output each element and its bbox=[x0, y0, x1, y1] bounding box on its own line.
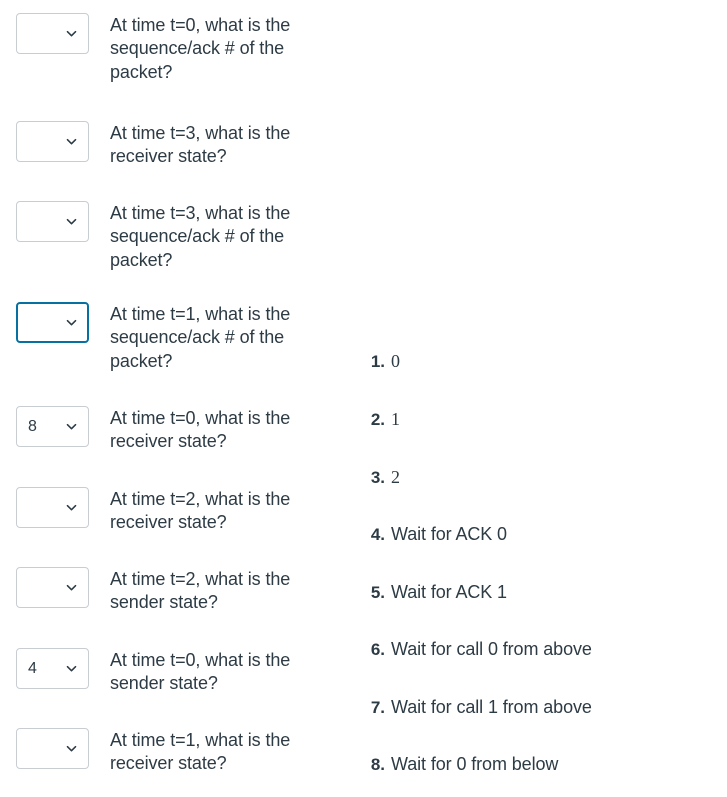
answer-bank-label: Wait for ACK 1 bbox=[391, 582, 507, 602]
answer-bank-item: 2. 1 bbox=[360, 408, 727, 431]
answer-select-wrapper bbox=[16, 302, 89, 343]
question-prompt: At time t=3, what is the receiver state? bbox=[110, 123, 291, 167]
match-row: At time t=2, what is the receiver state? bbox=[0, 487, 360, 535]
answer-select-wrapper bbox=[16, 567, 89, 608]
answer-bank-number: 1. bbox=[370, 352, 385, 371]
answer-bank-label: 0 bbox=[391, 351, 400, 371]
answer-select-wrapper bbox=[16, 13, 89, 54]
answer-bank-item: 7. Wait for call 1 from above bbox=[360, 696, 727, 719]
question-prompt: At time t=1, what is the sequence/ack # … bbox=[110, 304, 291, 371]
matching-question-column: At time t=0, what is the sequence/ack # … bbox=[0, 0, 360, 797]
answer-bank-label: 2 bbox=[391, 467, 400, 487]
answer-bank-list: 1. 0 2. 1 3. 2 4. Wait for ACK 0 5. Wait for ACK … bbox=[360, 0, 727, 797]
match-row: At time t=3, what is the receiver state? bbox=[0, 121, 360, 169]
answer-select-9[interactable] bbox=[16, 728, 89, 769]
answer-select-wrapper: 4 bbox=[16, 648, 89, 689]
match-row: 8 At time t=0, what is the receiver state… bbox=[0, 406, 360, 454]
answer-bank-label: Wait for 0 from below bbox=[391, 754, 559, 774]
answer-bank-number: 2. bbox=[370, 410, 385, 429]
answer-bank-number: 5. bbox=[370, 583, 385, 602]
question-prompt: At time t=2, what is the sender state? bbox=[110, 569, 291, 613]
match-row: At time t=1, what is the receiver state? bbox=[0, 728, 360, 776]
match-row: 4 At time t=0, what is the sender state? bbox=[0, 648, 360, 696]
answer-select-wrapper bbox=[16, 121, 89, 162]
answer-select-4[interactable] bbox=[16, 302, 89, 343]
answer-bank-number: 7. bbox=[370, 698, 385, 717]
answer-select-2[interactable] bbox=[16, 121, 89, 162]
answer-select-wrapper bbox=[16, 728, 89, 769]
answer-bank-item: 1. 0 bbox=[360, 350, 727, 373]
answer-select-7[interactable] bbox=[16, 567, 89, 608]
answer-select-6[interactable] bbox=[16, 487, 89, 528]
answer-select-5[interactable]: 8 bbox=[16, 406, 89, 447]
question-prompt: At time t=1, what is the receiver state? bbox=[110, 730, 291, 774]
question-prompt: At time t=2, what is the receiver state? bbox=[110, 489, 291, 533]
match-row: At time t=0, what is the sequence/ack # … bbox=[0, 13, 360, 84]
question-prompt: At time t=0, what is the receiver state? bbox=[110, 408, 291, 452]
question-prompt: At time t=0, what is the sequence/ack # … bbox=[110, 15, 291, 82]
answer-bank-item: 6. Wait for call 0 from above bbox=[360, 638, 727, 661]
answer-bank-item: 5. Wait for ACK 1 bbox=[360, 581, 727, 604]
question-prompt: At time t=3, what is the sequence/ack # … bbox=[110, 203, 291, 270]
answer-select-3[interactable] bbox=[16, 201, 89, 242]
match-row: At time t=3, what is the sequence/ack # … bbox=[0, 201, 360, 272]
answer-select-8[interactable]: 4 bbox=[16, 648, 89, 689]
question-prompt: At time t=0, what is the sender state? bbox=[110, 650, 291, 694]
answer-bank-number: 6. bbox=[370, 640, 385, 659]
answer-bank-item: 8. Wait for 0 from below bbox=[360, 753, 727, 776]
answer-bank-label: Wait for call 0 from above bbox=[391, 639, 592, 659]
match-row: At time t=2, what is the sender state? bbox=[0, 567, 360, 615]
answer-select-wrapper bbox=[16, 201, 89, 242]
answer-bank-label: Wait for ACK 0 bbox=[391, 524, 507, 544]
answer-bank-label: 1 bbox=[391, 409, 400, 429]
answer-select-1[interactable] bbox=[16, 13, 89, 54]
answer-bank-number: 4. bbox=[370, 525, 385, 544]
answer-bank-number: 3. bbox=[370, 468, 385, 487]
answer-select-wrapper: 8 bbox=[16, 406, 89, 447]
answer-bank-item: 3. 2 bbox=[360, 466, 727, 489]
answer-select-wrapper bbox=[16, 487, 89, 528]
answer-bank-label: Wait for call 1 from above bbox=[391, 697, 592, 717]
answer-bank-item: 4. Wait for ACK 0 bbox=[360, 523, 727, 546]
match-row: At time t=1, what is the sequence/ack # … bbox=[0, 302, 360, 373]
answer-bank-number: 8. bbox=[370, 755, 385, 774]
